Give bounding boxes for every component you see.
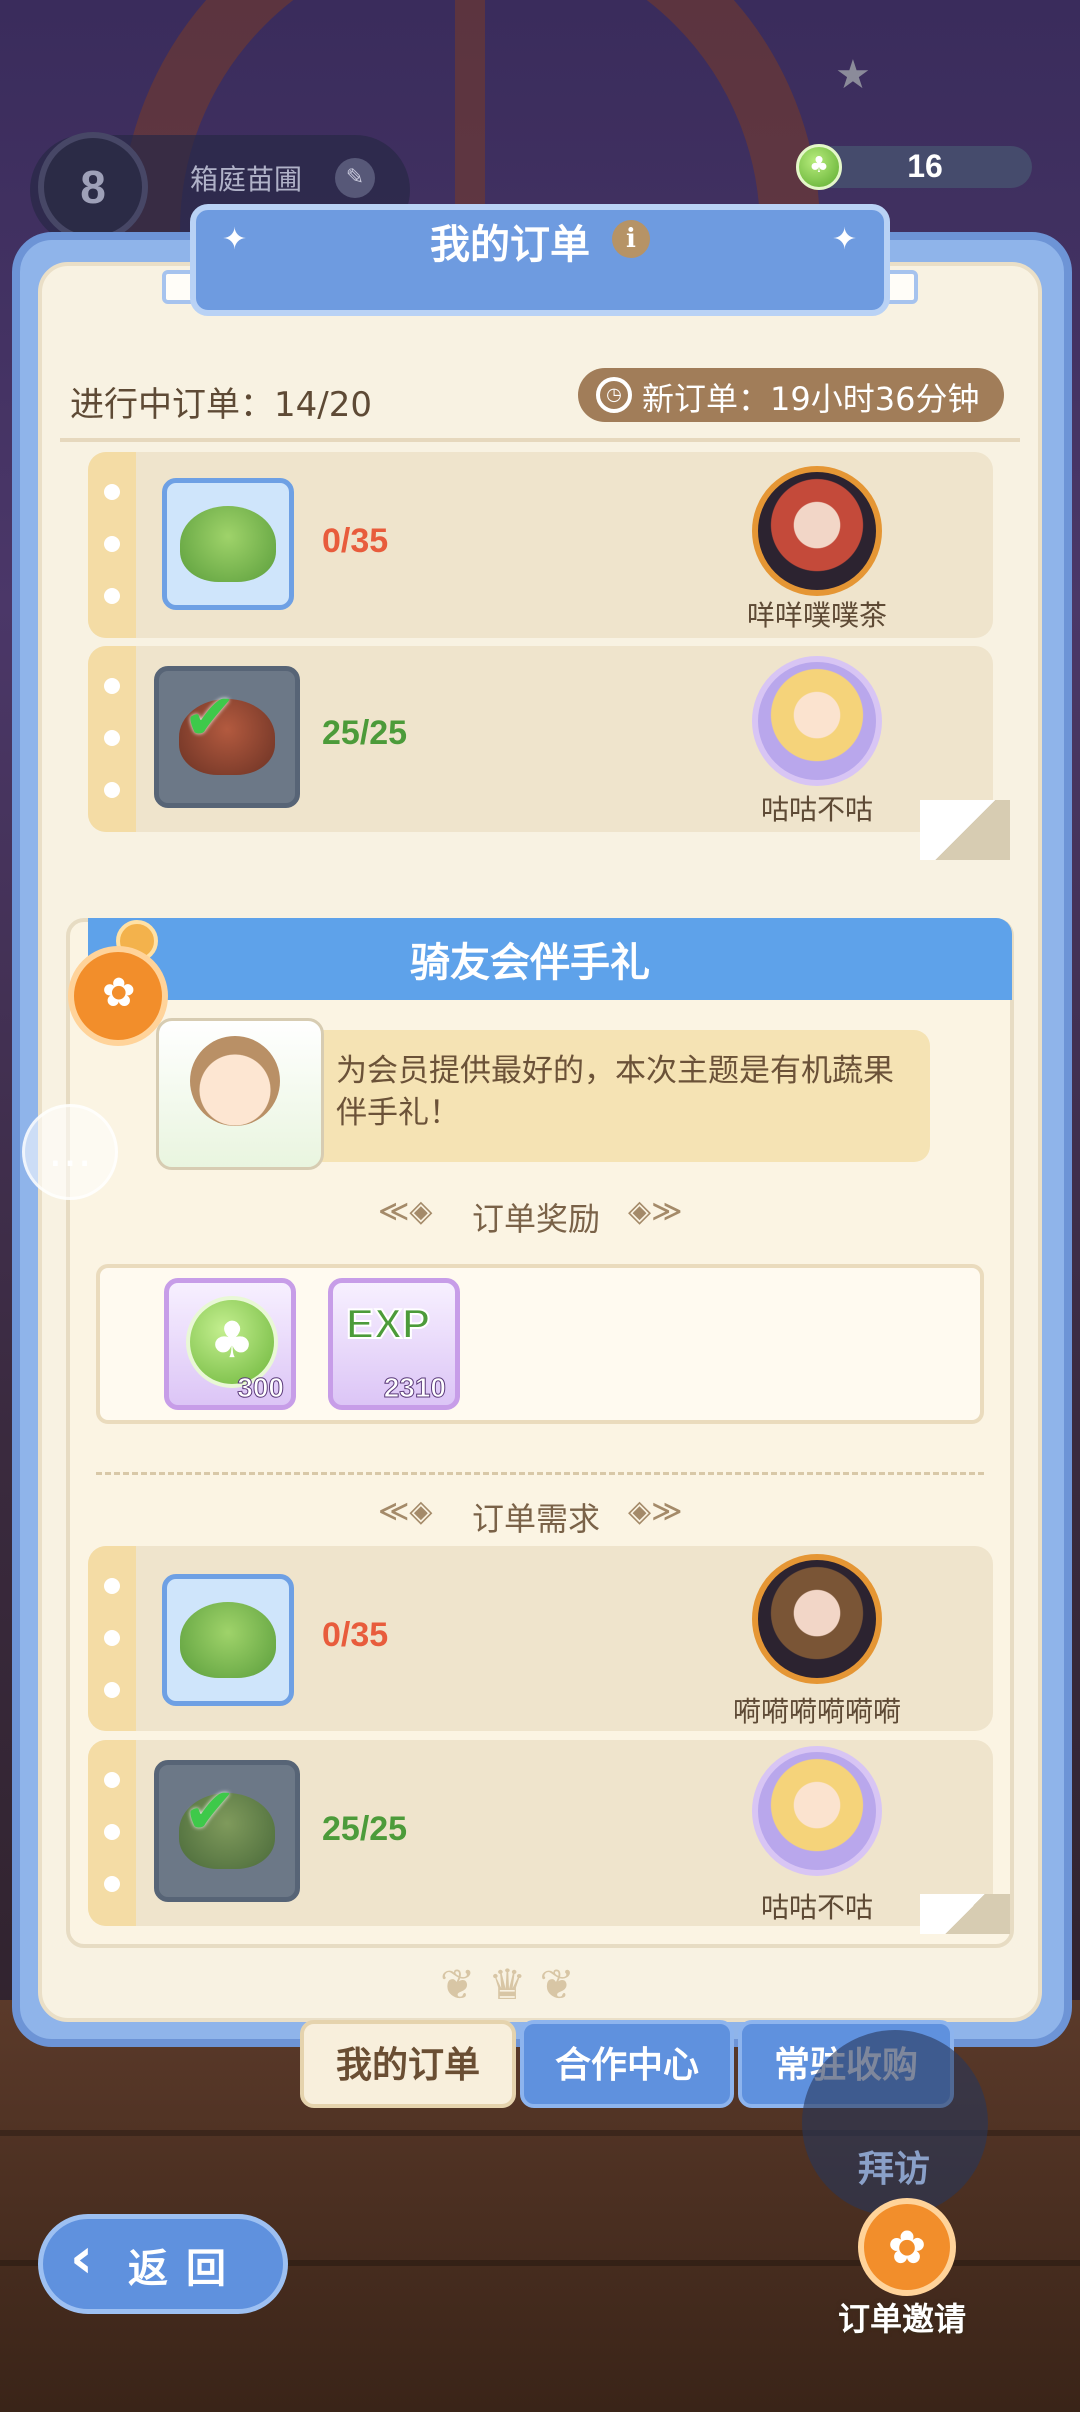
customer-avatar[interactable] (752, 656, 882, 786)
player-level: 8 (38, 132, 148, 242)
requirements-heading: 订单需求 (472, 1500, 601, 1538)
edit-name-icon[interactable]: ✎ (335, 158, 375, 198)
item-progress: 0/35 (322, 522, 389, 560)
check-icon: ✔ (183, 1775, 237, 1849)
item-progress: 25/25 (322, 1810, 408, 1848)
coconut-drink-icon[interactable] (162, 478, 294, 610)
row-dot (104, 730, 120, 746)
tab-my-orders[interactable]: 我的订单 (300, 2020, 516, 2108)
npc-message: 为会员提供最好的，本次主题是有机蔬果伴手礼！ (336, 1053, 894, 1131)
customer-name: 咕咕不咕 (760, 1891, 873, 1924)
heading-ornament: ≪◈ (378, 1194, 433, 1229)
row-dot (104, 1876, 120, 1892)
dashed-divider (96, 1472, 984, 1475)
witch-tomato-icon[interactable]: ✔ (154, 666, 300, 808)
item-progress: 25/25 (322, 714, 408, 752)
in-progress-count: 进行中订单：14/20 (70, 385, 372, 425)
chat-icon[interactable]: … (22, 1104, 118, 1200)
player-name: 箱庭苗圃 (190, 163, 303, 196)
item-progress: 0/35 (322, 1616, 389, 1654)
npc-face (190, 1036, 280, 1126)
check-icon: ✔ (183, 681, 237, 755)
bottom-ornament: ❦ ♛ ❦ (440, 1960, 575, 2009)
back-arrow-icon: ‹ (70, 2226, 94, 2291)
star-icon: ★ (835, 52, 871, 98)
pea-pod-icon[interactable]: ✔ (154, 1760, 300, 1902)
customer-name: 咕咕不咕 (760, 793, 873, 826)
item-art (180, 506, 276, 582)
reward-qty: 300 (237, 1372, 285, 1404)
row-dot (104, 484, 120, 500)
heading-ornament: ◈≫ (628, 1194, 683, 1229)
tab-cooperation-center[interactable]: 合作中心 (520, 2020, 734, 2108)
pin-glyph: ✿ (102, 970, 136, 1016)
row-dot (104, 782, 120, 798)
divider (60, 438, 1020, 442)
order-title: 骑友会伴手礼 (410, 940, 650, 986)
row-dot (104, 1630, 120, 1646)
row-dot (104, 536, 120, 552)
row-dot (104, 588, 120, 604)
rewards-heading: 订单奖励 (472, 1200, 601, 1238)
row-dot (104, 1824, 120, 1840)
reward-qty: 2310 (383, 1372, 446, 1404)
item-art (180, 1602, 276, 1678)
info-icon[interactable]: i (612, 220, 650, 258)
order-invite-icon[interactable]: ✿ (858, 2198, 956, 2296)
page-title: 我的订单 (430, 222, 590, 268)
clover-coin-icon: ♣ (796, 144, 842, 190)
heading-ornament: ◈≫ (628, 1494, 683, 1529)
back-label: 返回 (128, 2246, 244, 2292)
exp-icon: EXP (345, 1299, 431, 1348)
page-curl (920, 800, 1010, 860)
order-invite-label[interactable]: 订单邀请 (838, 2294, 966, 2340)
customer-name: 咩咩噗噗茶 (746, 599, 887, 632)
row-dot (104, 1772, 120, 1788)
customer-name: 嗬嗬嗬嗬嗬嗬 (732, 1695, 901, 1728)
row-dot (104, 678, 120, 694)
visit-label: 拜访 (858, 2149, 931, 2190)
sparkle-icon: ✦ (832, 222, 858, 257)
clover-currency-value: 16 (907, 148, 943, 184)
background-spoke (455, 0, 485, 220)
page-curl (920, 1894, 1010, 1934)
sparkle-icon: ✦ (222, 222, 248, 257)
customer-avatar[interactable] (752, 1554, 882, 1684)
customer-avatar[interactable] (752, 1746, 882, 1876)
coconut-drink-icon[interactable] (162, 1574, 294, 1706)
row-dot (104, 1682, 120, 1698)
customer-avatar[interactable] (752, 466, 882, 596)
clock-icon: ◷ (596, 377, 632, 413)
row-dot (104, 1578, 120, 1594)
new-order-timer-text: 新订单：19小时36分钟 (642, 380, 980, 418)
heading-ornament: ≪◈ (378, 1494, 433, 1529)
